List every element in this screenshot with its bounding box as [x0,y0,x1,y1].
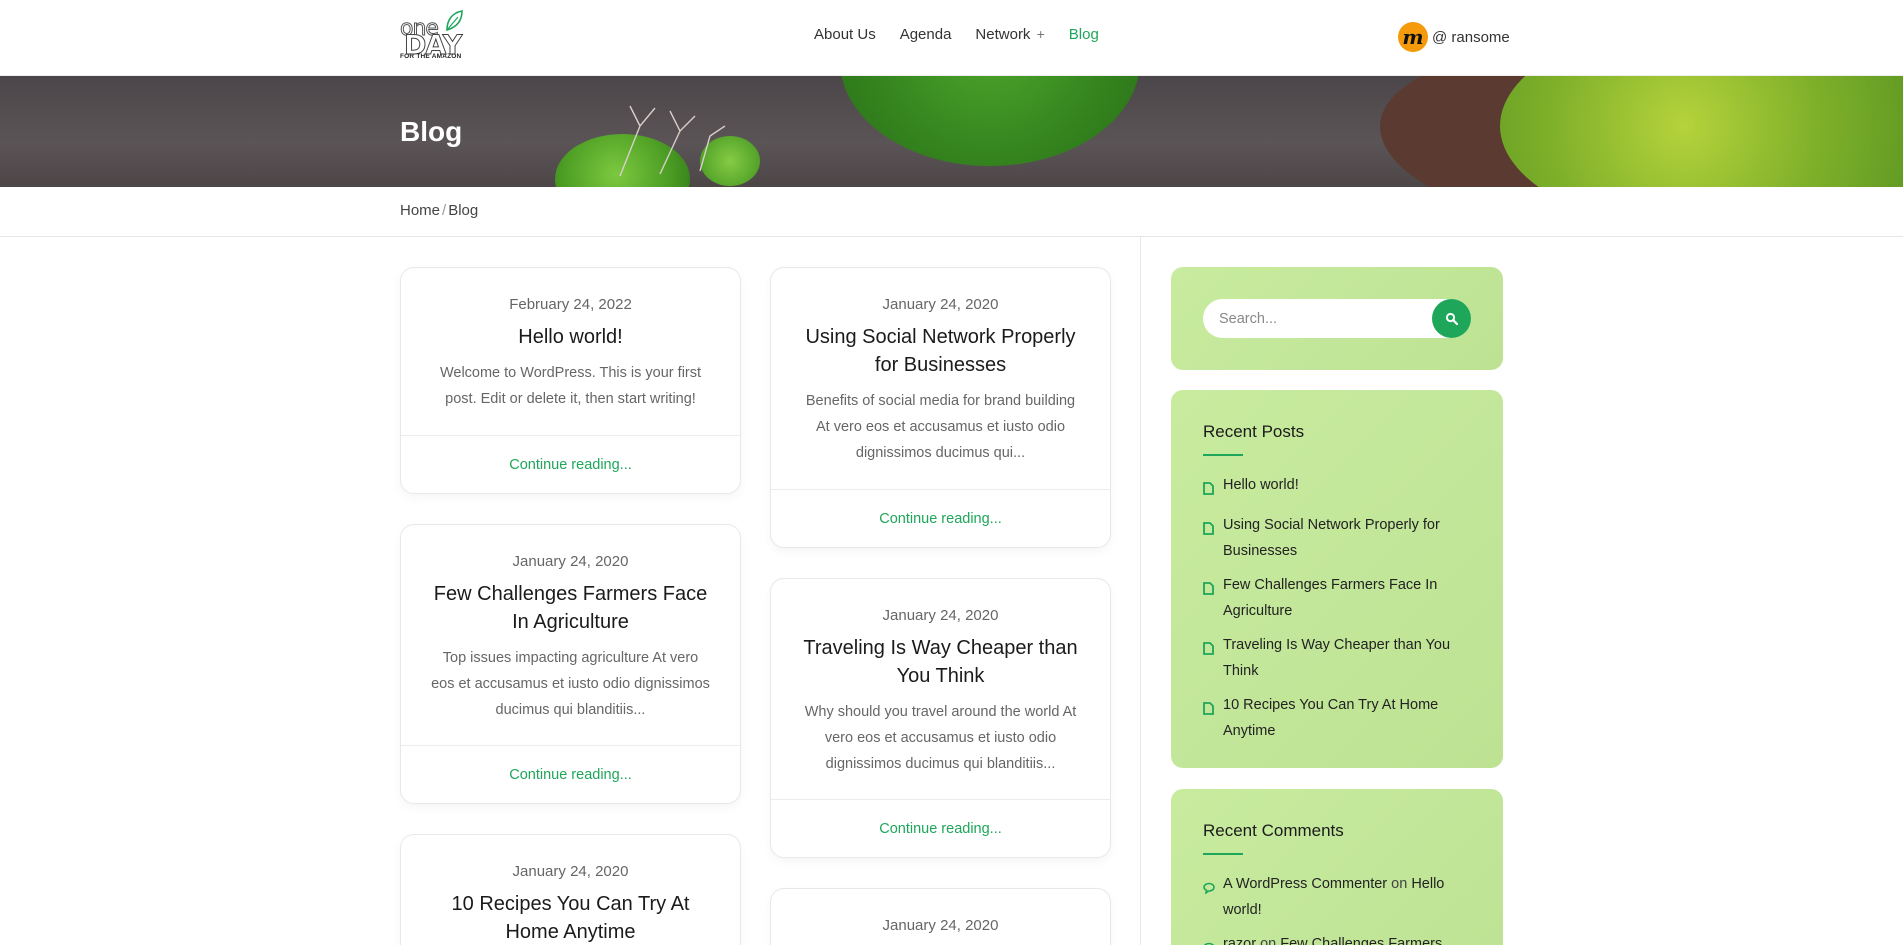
post-card: January 24, 2020 Few Challenges Farmers … [400,524,741,804]
list-item: Few Challenges Farmers Face In Agricultu… [1203,572,1463,624]
nav-blog[interactable]: Blog [1069,26,1099,43]
main-nav: About Us Agenda Network + Blog [814,26,1123,43]
comment-icon [1203,931,1223,945]
recent-post-link[interactable]: 10 Recipes You Can Try At Home Anytime [1223,692,1463,744]
post-card-footer: Continue reading... [401,745,740,803]
post-card: February 24, 2022 Hello world! Welcome t… [400,267,741,494]
post-card: January 24, 2020 10 Recipes You Can Try … [400,834,741,945]
list-item: A WordPress Commenter on Hello world! [1203,871,1463,923]
post-card: January 24, 2020 [770,888,1111,945]
nav-network-label: Network [975,26,1031,43]
banner-foliage [840,76,1140,166]
post-excerpt: Top issues impacting agriculture At vero… [431,650,710,718]
post-date: January 24, 2020 [882,296,999,313]
recent-post-link[interactable]: Few Challenges Farmers Face In Agricultu… [1223,572,1463,624]
search-widget [1171,267,1503,370]
user-menu[interactable]: m @ ransome [1398,22,1510,52]
continue-reading-link[interactable]: Continue reading... [879,821,1002,837]
recent-posts-list: Hello world! Using Social Network Proper… [1203,472,1463,752]
logo-tagline: FOR THE AMAZON [400,53,462,60]
banner-foliage [1500,76,1903,187]
continue-reading-link[interactable]: Continue reading... [509,767,632,783]
recent-post-link[interactable]: Hello world! [1223,472,1299,504]
avatar-letter: m [1402,25,1424,49]
nav-about-us[interactable]: About Us [814,26,876,43]
avatar: m [1398,22,1428,52]
post-card-footer: Continue reading... [771,799,1110,857]
site-header: one DAY FOR THE AMAZON About Us Agenda N… [0,0,1903,76]
search-button[interactable] [1432,299,1471,338]
document-icon [1203,572,1223,624]
nav-agenda[interactable]: Agenda [900,26,952,43]
recent-post-link[interactable]: Using Social Network Properly for Busine… [1223,512,1463,564]
recent-comments-widget: Recent Comments A WordPress Commenter on… [1171,789,1503,945]
post-title[interactable]: Hello world! [425,323,716,351]
post-title[interactable]: Few Challenges Farmers Face In Agricultu… [425,580,716,636]
post-title[interactable]: 10 Recipes You Can Try At Home Anytime [425,890,716,945]
breadcrumb-bar: Home / Blog [0,187,1903,237]
comment-on-label: on [1260,936,1277,945]
continue-reading-link[interactable]: Continue reading... [509,457,632,473]
document-icon [1203,692,1223,744]
comment-on-label: on [1391,876,1408,892]
search-icon [1445,312,1458,325]
breadcrumb: Home / Blog [400,202,478,219]
recent-post-link[interactable]: Traveling Is Way Cheaper than You Think [1223,632,1463,684]
post-date: January 24, 2020 [512,863,629,880]
post-card: January 24, 2020 Traveling Is Way Cheape… [770,578,1111,858]
document-icon [1203,472,1223,504]
search-input[interactable] [1203,299,1433,338]
list-item: Traveling Is Way Cheaper than You Think [1203,632,1463,684]
breadcrumb-current: Blog [448,202,479,219]
list-item: razor on Few Challenges Farmers Face [1203,931,1463,945]
site-logo[interactable]: one DAY FOR THE AMAZON [400,10,472,62]
comment-author-link[interactable]: A WordPress Commenter [1223,876,1387,892]
recent-comments-title: Recent Comments [1203,821,1344,840]
recent-posts-widget: Recent Posts Hello world! Using Social N… [1171,390,1503,768]
recent-posts-title: Recent Posts [1203,422,1305,441]
post-card: January 24, 2020 Using Social Network Pr… [770,267,1111,548]
comment-post-link[interactable]: Few Challenges Farmers Face [1223,936,1442,945]
banner-branches [619,105,726,177]
nav-network[interactable]: Network + [975,26,1044,43]
user-handle: @ ransome [1432,28,1510,46]
post-date: January 24, 2020 [882,607,999,624]
post-date: January 24, 2020 [882,917,999,934]
continue-reading-link[interactable]: Continue reading... [879,511,1002,527]
post-card-footer: Continue reading... [401,435,740,493]
content-divider [1140,237,1141,945]
page-title: Blog [400,116,463,147]
post-excerpt: Why should you travel around the world A… [804,704,1077,772]
list-item: Using Social Network Properly for Busine… [1203,512,1463,564]
post-title[interactable]: Using Social Network Properly for Busine… [795,323,1086,379]
title-underline [1203,454,1243,456]
post-excerpt: Benefits of social media for brand build… [805,393,1076,461]
search-box [1203,299,1471,338]
post-card-footer: Continue reading... [771,489,1110,547]
document-icon [1203,632,1223,684]
post-date: January 24, 2020 [512,553,629,570]
comment-author-link[interactable]: razor [1223,936,1256,945]
plus-icon: + [1036,26,1045,42]
page-banner: Blog [0,76,1903,187]
list-item: 10 Recipes You Can Try At Home Anytime [1203,692,1463,744]
post-date: February 24, 2022 [509,296,632,313]
list-item: Hello world! [1203,472,1463,504]
breadcrumb-home[interactable]: Home [400,202,440,219]
post-title[interactable]: Traveling Is Way Cheaper than You Think [795,634,1086,690]
leaf-icon [446,10,463,32]
comment-icon [1203,871,1223,923]
title-underline [1203,853,1243,855]
post-excerpt: Welcome to WordPress. This is your first… [439,365,702,407]
document-icon [1203,512,1223,564]
recent-comments-list: A WordPress Commenter on Hello world! ra… [1203,871,1463,945]
breadcrumb-separator: / [442,202,447,219]
